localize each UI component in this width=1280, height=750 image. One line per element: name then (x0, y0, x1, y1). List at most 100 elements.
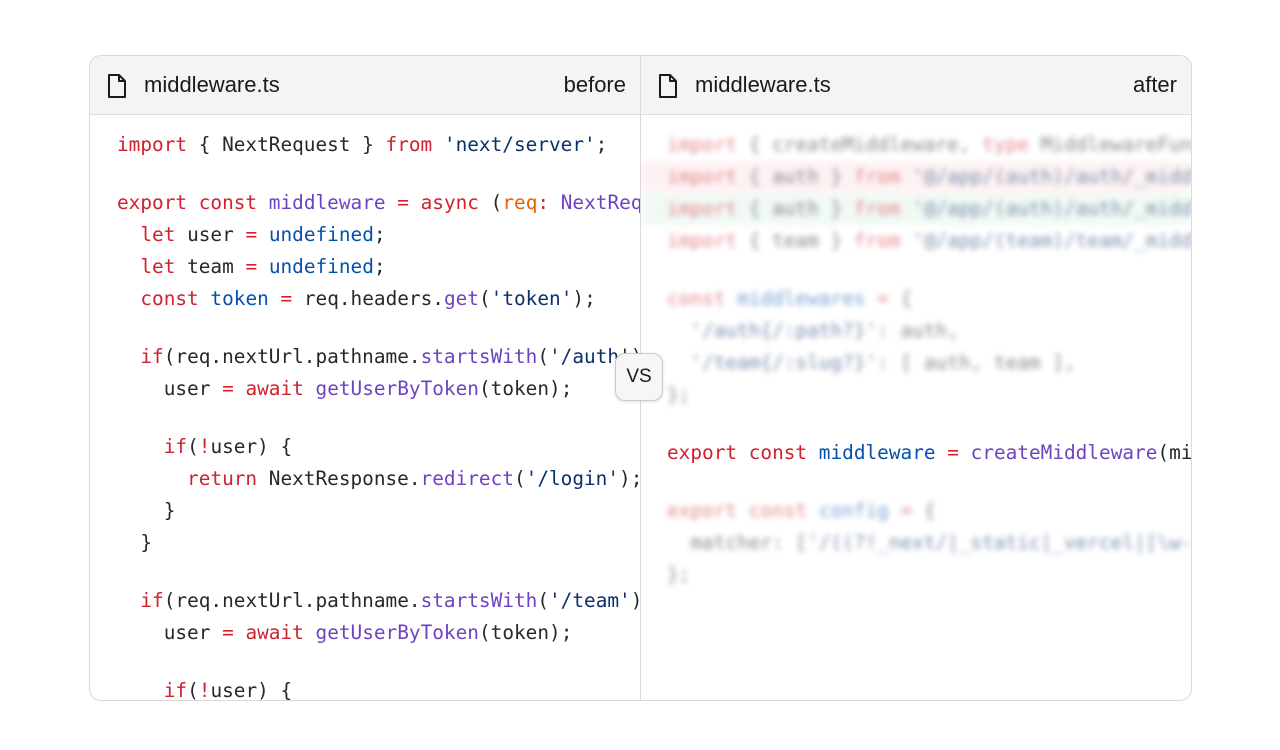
code-token: user) { (210, 435, 293, 458)
code-token: '@/app/(team)/team/_middleware' (912, 229, 1191, 252)
code-token: matcher: [ (690, 531, 808, 554)
after-code-line: }; (641, 379, 1191, 411)
code-token: async (420, 191, 479, 214)
code-token: from (853, 197, 901, 220)
before-code-line: if(!user) { (90, 675, 640, 700)
code-token: { NextRequest } (187, 133, 386, 156)
code-token: = (222, 621, 234, 644)
code-token: ( (478, 287, 491, 310)
code-token: 'token' (490, 287, 573, 310)
after-code-line: '/auth{/:path?}': auth, (641, 315, 1191, 347)
before-code-block[interactable]: import { NextRequest } from 'next/server… (90, 115, 640, 700)
code-token: export (667, 499, 738, 522)
before-pane: middleware.ts before import { NextReques… (90, 56, 640, 700)
after-code-line: export const middleware = createMiddlewa… (641, 437, 1191, 469)
after-filename: middleware.ts (695, 72, 831, 97)
code-token: createMiddleware (970, 441, 1158, 464)
code-token: const (748, 441, 808, 464)
code-token: export (117, 191, 188, 214)
after-code-line: const middlewares = { (641, 283, 1191, 315)
code-token: startsWith (420, 345, 538, 368)
before-code-line: user = await getUserByToken(token); (90, 373, 640, 405)
code-token: from (853, 229, 901, 252)
code-token: config (818, 499, 889, 522)
after-code-line: import { team } from '@/app/(team)/team/… (641, 225, 1191, 257)
code-token: undefined (268, 255, 374, 278)
code-token: let (140, 223, 176, 246)
code-token: if (163, 435, 188, 458)
code-token: { team } (737, 229, 854, 252)
code-token: = (900, 499, 913, 522)
after-pane: middleware.ts after import { createMiddl… (640, 56, 1191, 700)
code-token: = (222, 377, 234, 400)
before-code-line: user = await getUserByToken(token); (90, 617, 640, 649)
after-code-line: '/team{/:slug?}': [ auth, team ], (641, 347, 1191, 379)
code-token: ( (187, 679, 199, 700)
before-filename: middleware.ts (144, 72, 280, 97)
code-token: getUserByToken (315, 377, 479, 400)
code-token: }; (667, 563, 691, 586)
before-code-line: let user = undefined; (90, 219, 640, 251)
code-token: NextRequest (560, 191, 640, 214)
code-token: await (245, 621, 304, 644)
code-token: let (140, 255, 176, 278)
after-label: after (1132, 72, 1177, 97)
code-token: if (140, 589, 164, 612)
code-token: (token); (478, 377, 573, 400)
code-token: const (140, 287, 199, 310)
code-token: ( (537, 345, 549, 368)
code-token: token (210, 287, 269, 310)
after-code-line: import { createMiddleware, type Middlewa… (641, 129, 1191, 161)
code-token: ; (373, 223, 386, 246)
code-token: (req.nextUrl.pathname. (163, 589, 421, 612)
before-code-line: if(req.nextUrl.pathname.startsWith('/aut… (90, 341, 640, 373)
code-token: const (748, 499, 808, 522)
code-token: = (245, 255, 258, 278)
code-token: middleware (818, 441, 936, 464)
vs-badge: VS (615, 353, 663, 401)
code-token: import (667, 229, 738, 252)
code-token: middleware (268, 191, 386, 214)
code-token: user (163, 377, 223, 400)
code-token: { (912, 499, 936, 522)
code-token: 'next/server' (443, 133, 596, 156)
before-code-line: return NextResponse.redirect('/login'); (90, 463, 640, 495)
after-code-block[interactable]: import { createMiddleware, type Middlewa… (641, 115, 1191, 700)
before-code-line: if(!user) { (90, 431, 640, 463)
code-token: : [ auth, team ], (877, 351, 1076, 374)
after-code-line: }; (641, 559, 1191, 591)
code-token: req.headers. (292, 287, 444, 310)
after-code-line: import { auth } from '@/app/(auth)/auth/… (641, 161, 1191, 193)
code-token: '@/app/(auth)/auth/_middleware' (912, 165, 1191, 188)
code-token: if (163, 679, 188, 700)
after-code-line: import { auth } from '@/app/(auth)/auth/… (641, 193, 1191, 225)
code-token: ( (478, 191, 503, 214)
code-token: type (982, 133, 1029, 156)
code-token: export (667, 441, 738, 464)
code-token: const (667, 287, 726, 310)
code-token: }; (667, 383, 691, 406)
code-token: '/((?!_next/|_static|_vercel|[\w-]+\.\w+… (807, 531, 1191, 554)
before-code-line: } (90, 495, 640, 527)
code-token: user) { (210, 679, 293, 700)
code-token: import (667, 133, 738, 156)
before-label: before (563, 72, 626, 97)
code-token: ! (198, 435, 211, 458)
code-token: team (175, 255, 246, 278)
